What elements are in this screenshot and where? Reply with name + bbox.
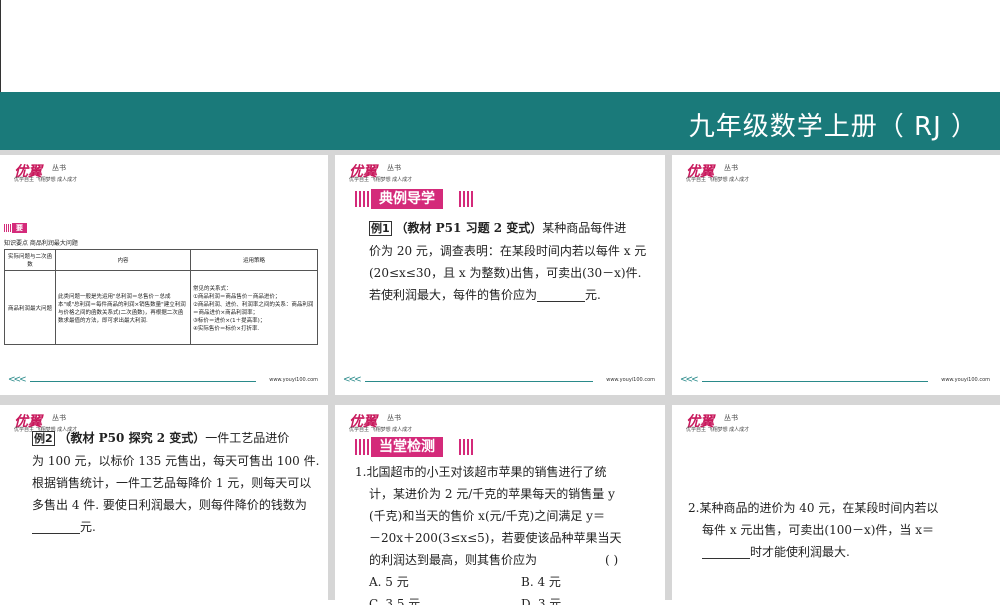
table-header: 内容 [55, 249, 191, 271]
slide-thumbnail-3[interactable]: 优翼 丛书 优学自主 飞翔梦想 成人成才 <<< www.youyi100.co… [672, 155, 1000, 395]
section-banner: 典例导学 [355, 189, 525, 209]
logo: 优翼 丛书 优学自主 飞翔梦想 成人成才 [349, 414, 413, 433]
example-text: 例2 （教材 P50 探究 2 变式）一件工艺品进价 为 100 元，以标价 1… [32, 431, 320, 534]
source-note: （教材 P50 探究 2 变式） [58, 431, 206, 445]
example-tag: 例1 [369, 221, 392, 236]
logo: 优翼 丛书 优学自主 飞翔梦想 成人成才 [349, 164, 413, 183]
table-cell-strategy: 常见的关系式： ①商品利润＝商品售价－商品进价； ②商品利润、进价、利润率之间的… [190, 270, 318, 345]
header-blank-area [0, 0, 1000, 92]
option-a[interactable]: A. 5 元 [369, 575, 409, 589]
slide-thumbnail-2[interactable]: 优翼 丛书 优学自主 飞翔梦想 成人成才 典例导学 例1 （教材 P51 习题 … [335, 155, 665, 395]
slide-thumbnail-1[interactable]: 优翼 丛书 优学自主 飞翔梦想 成人成才 要点归纳 知识要点 商品利润最大问题 … [0, 155, 328, 395]
answer-paren[interactable]: ( ) [605, 549, 618, 571]
question-text: 2.某种商品的进价为 40 元，在某段时间内若以 每件 x 元出售，可卖出(10… [688, 501, 939, 559]
logo: 优翼 丛书 优学自主 飞翔梦想 成人成才 [686, 164, 750, 183]
slide-footer: <<< www.youyi100.com [8, 375, 318, 385]
knowledge-table: 实际问题与二次函数 内容 运用策略 商品利润最大问题 此类问题一般是先运用"总利… [4, 249, 318, 345]
answer-blank[interactable] [32, 521, 80, 534]
question-text: 1.北国超市的小王对该超市苹果的销售进行了统 计，某进价为 2 元/千克的苹果每… [355, 461, 655, 605]
example-text: 例1 （教材 P51 习题 2 变式）某种商品每件进 价为 20 元，调查表明：… [369, 221, 647, 302]
slide-thumbnail-6[interactable]: 优翼 丛书 优学自主 飞翔梦想 成人成才 2.某种商品的进价为 40 元，在某段… [672, 405, 1000, 605]
option-b[interactable]: B. 4 元 [521, 571, 561, 593]
option-c[interactable]: C. 3.5 元 [369, 597, 420, 605]
table-header: 运用策略 [190, 249, 318, 271]
slide-thumbnail-grid: 优翼 丛书 优学自主 飞翔梦想 成人成才 要点归纳 知识要点 商品利润最大问题 … [0, 150, 1000, 605]
answer-blank[interactable] [702, 546, 750, 559]
knowledge-point-title: 知识要点 商品利润最大问题 [4, 240, 78, 247]
page-title: 九年级数学上册（ RJ ） [688, 112, 978, 142]
logo: 优翼 丛书 优学自主 飞翔梦想 成人成才 [686, 414, 750, 433]
table-row-label: 商品利润最大问题 [4, 270, 56, 345]
logo: 优翼 丛书 优学自主 飞翔梦想 成人成才 [14, 164, 78, 183]
section-banner: 当堂检测 [355, 437, 525, 457]
option-d[interactable]: D. 3 元 [521, 593, 561, 605]
slide-footer: <<< www.youyi100.com [680, 375, 990, 385]
slide-footer: <<< www.youyi100.com [343, 375, 655, 385]
answer-blank[interactable] [537, 289, 586, 302]
slide-thumbnail-4[interactable]: 优翼 丛书 优学自主 飞翔梦想 成人成才 例2 （教材 P50 探究 2 变式）… [0, 405, 328, 605]
slide-thumbnail-5[interactable]: 优翼 丛书 优学自主 飞翔梦想 成人成才 当堂检测 1.北国超市的小王对该超市苹… [335, 405, 665, 605]
source-note: （教材 P51 习题 2 变式） [395, 221, 543, 235]
table-header: 实际问题与二次函数 [4, 249, 56, 271]
table-cell-content: 此类问题一般是先运用"总利润＝总售价－总成本"或"总利润＝每件商品的利润×销售数… [55, 270, 191, 345]
example-tag: 例2 [32, 431, 55, 446]
